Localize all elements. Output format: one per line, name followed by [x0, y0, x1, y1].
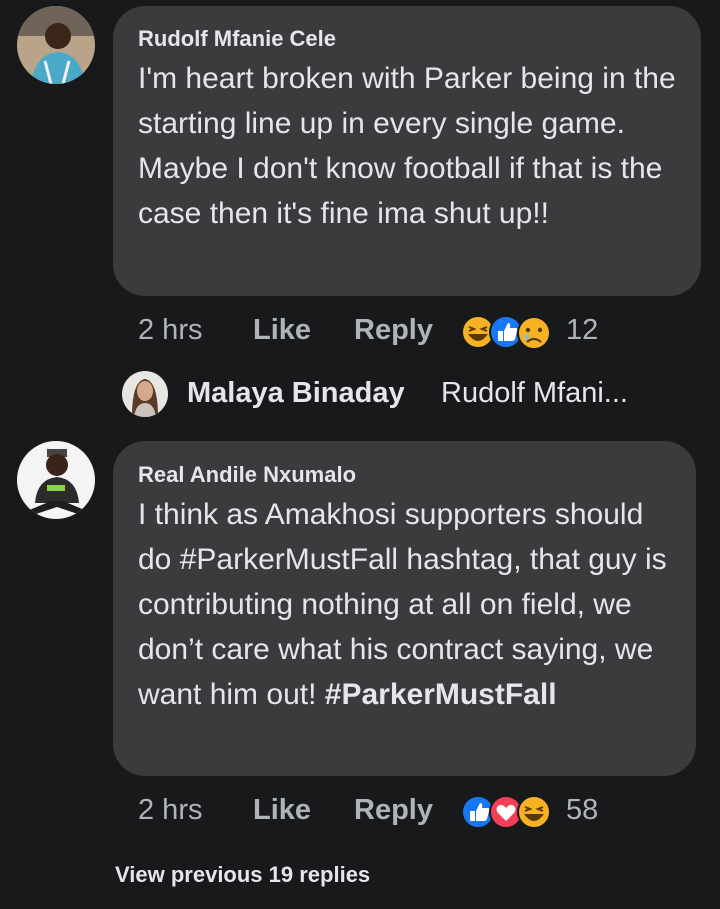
comment-time[interactable]: 2 hrs — [138, 314, 202, 346]
avatar-photo-icon — [122, 371, 168, 417]
reactions-summary[interactable]: 58 — [460, 792, 610, 832]
comment-text: I think as Amakhosi supporters should do… — [138, 492, 683, 717]
avatar-photo-icon — [17, 6, 95, 84]
view-previous-replies-link[interactable]: View previous 19 replies — [115, 862, 370, 888]
reply-author[interactable]: Malaya Binaday — [187, 377, 405, 410]
like-button[interactable]: Like — [253, 794, 311, 827]
reply-button[interactable]: Reply — [354, 314, 433, 347]
comment-meta: 2 hrs — [138, 314, 202, 347]
comment-meta: 2 hrs — [138, 794, 202, 827]
sad-icon — [517, 316, 551, 350]
comment-author[interactable]: Rudolf Mfanie Cele — [138, 26, 336, 52]
avatar[interactable] — [17, 441, 95, 519]
comment-time[interactable]: 2 hrs — [138, 794, 202, 826]
reply-preview-text[interactable]: Rudolf Mfani... — [441, 377, 628, 410]
comment-text: I'm heart broken with Parker being in th… — [138, 62, 676, 230]
reaction-count: 58 — [566, 794, 599, 826]
like-button[interactable]: Like — [253, 314, 311, 347]
avatar-photo-icon — [17, 441, 95, 519]
avatar[interactable] — [17, 6, 95, 84]
reactions-summary[interactable]: 12 — [460, 312, 610, 352]
reaction-count: 12 — [566, 314, 599, 346]
hashtag-link[interactable]: #ParkerMustFall — [325, 678, 557, 711]
reply-avatar[interactable] — [122, 371, 168, 417]
haha-icon — [517, 795, 551, 829]
reply-button[interactable]: Reply — [354, 794, 433, 827]
comment-author[interactable]: Real Andile Nxumalo — [138, 462, 356, 488]
